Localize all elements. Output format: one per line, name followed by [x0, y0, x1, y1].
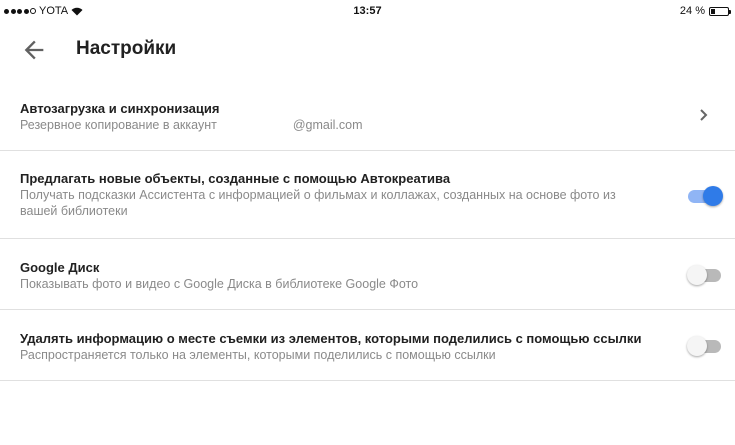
remove-location-toggle[interactable]: [687, 336, 722, 356]
setting-title: Автозагрузка и синхронизация: [20, 101, 220, 116]
account-email: @gmail.com: [292, 118, 363, 132]
setting-title: Удалять информацию о месте съемки из эле…: [20, 331, 642, 346]
settings-list: Автозагрузка и синхронизация Резервное к…: [0, 80, 735, 381]
status-bar: YOTA 13:57 24 %: [0, 0, 735, 22]
battery-percent: 24 %: [679, 5, 705, 17]
page-title: Настройки: [76, 38, 177, 59]
toggle-knob: [687, 265, 707, 285]
toggle-knob: [687, 336, 707, 356]
status-time: 13:57: [353, 5, 382, 17]
setting-subtitle: Показывать фото и видео с Google Диска в…: [20, 277, 419, 291]
setting-subtitle: Резервное копирование в аккаунт @gmail.co…: [20, 117, 655, 133]
battery-icon: [709, 6, 731, 16]
setting-auto-creations: Предлагать новые объекты, созданные с по…: [0, 151, 735, 239]
setting-title: Предлагать новые объекты, созданные с по…: [20, 171, 451, 186]
setting-subtitle: Получать подсказки Ассистента с информац…: [20, 188, 616, 218]
setting-subtitle-text: Резервное копирование в аккаунт: [20, 118, 217, 132]
chevron-right-icon: [700, 109, 708, 121]
google-drive-toggle[interactable]: [687, 265, 722, 285]
setting-remove-location: Удалять информацию о месте съемки из эле…: [0, 310, 735, 381]
battery-level: [711, 8, 715, 14]
setting-title: Google Диск: [20, 260, 100, 275]
app-bar: Настройки: [0, 22, 735, 78]
setting-subtitle: Распространяется только на элементы, кот…: [20, 348, 496, 362]
status-right: 24 %: [679, 5, 731, 17]
setting-google-drive: Google Диск Показывать фото и видео с Go…: [0, 239, 735, 310]
back-button[interactable]: [20, 36, 48, 64]
arrow-back-icon: [24, 40, 44, 60]
setting-backup-sync[interactable]: Автозагрузка и синхронизация Резервное к…: [0, 80, 735, 151]
toggle-knob: [703, 186, 723, 206]
auto-creations-toggle[interactable]: [688, 186, 723, 206]
